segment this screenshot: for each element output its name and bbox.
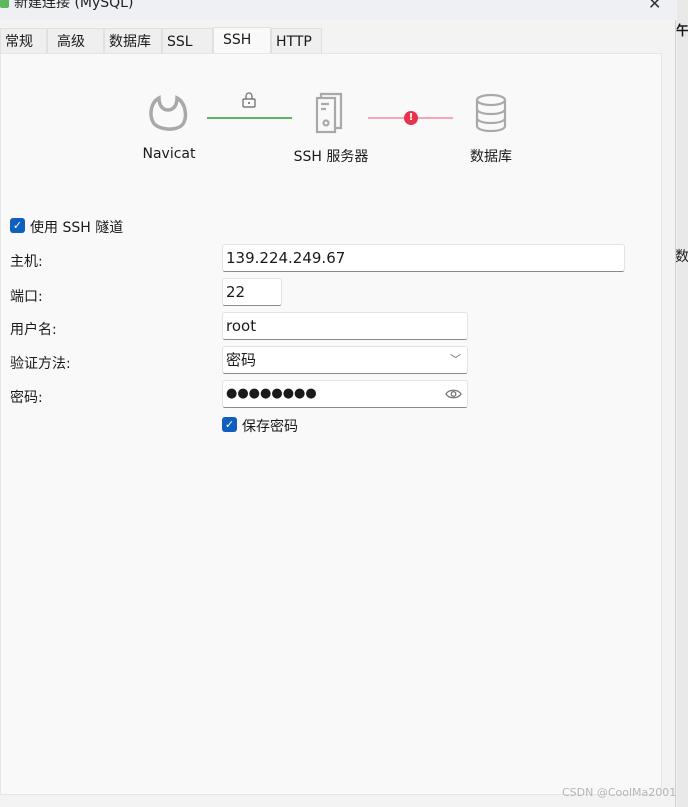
watermark: CSDN @CoolMa2001 bbox=[562, 786, 677, 799]
navicat-ssh-link bbox=[207, 117, 292, 119]
auth-method-value: 密码 bbox=[226, 351, 257, 369]
close-icon[interactable]: ✕ bbox=[648, 0, 661, 13]
tab-bar: 常规 高级 数据库 SSL SSH HTTP bbox=[0, 27, 322, 54]
connection-diagram: ! Navicat SSH 服务器 数据库 bbox=[1, 54, 663, 194]
password-label: 密码: bbox=[10, 390, 43, 406]
node-label-navicat: Navicat bbox=[142, 146, 196, 162]
tab-database[interactable]: 数据库 bbox=[104, 28, 162, 54]
server-icon bbox=[315, 92, 343, 134]
port-input[interactable]: 22 bbox=[222, 278, 282, 306]
node-label-ssh-server: SSH 服务器 bbox=[293, 149, 369, 165]
host-input[interactable]: 139.224.249.67 bbox=[222, 244, 625, 272]
tab-general[interactable]: 常规 bbox=[0, 28, 47, 54]
host-label: 主机: bbox=[10, 254, 43, 270]
username-input[interactable]: root bbox=[222, 312, 468, 340]
background-text: 数 bbox=[675, 249, 688, 265]
app-icon bbox=[0, 0, 9, 8]
window-title: 新建连接 (MySQL) bbox=[14, 0, 134, 11]
background-text: 午 bbox=[676, 24, 688, 39]
tab-ssl[interactable]: SSL bbox=[162, 28, 213, 54]
navicat-logo-icon bbox=[149, 95, 188, 131]
auth-method-label: 验证方法: bbox=[10, 356, 71, 372]
title-bar: 新建连接 (MySQL) ✕ bbox=[0, 0, 676, 20]
save-password-label: 保存密码 bbox=[242, 419, 298, 435]
error-icon: ! bbox=[404, 111, 418, 125]
lock-icon bbox=[242, 92, 256, 108]
eye-icon[interactable] bbox=[445, 388, 462, 400]
save-password-checkbox[interactable]: ✓ bbox=[222, 417, 237, 432]
node-label-database: 数据库 bbox=[470, 149, 512, 165]
tab-http[interactable]: HTTP bbox=[271, 28, 322, 54]
use-ssh-tunnel-label: 使用 SSH 隧道 bbox=[30, 220, 124, 236]
chevron-down-icon: ﹀ bbox=[450, 353, 461, 366]
password-input[interactable]: ●●●●●●●● bbox=[222, 380, 468, 408]
port-label: 端口: bbox=[10, 289, 43, 305]
username-label: 用户名: bbox=[10, 322, 57, 338]
ssh-panel: ! Navicat SSH 服务器 数据库 ✓ 使用 SSH 隧道 主机: 13… bbox=[0, 53, 662, 795]
use-ssh-tunnel-checkbox[interactable]: ✓ bbox=[10, 218, 25, 233]
new-connection-dialog: 常规 高级 数据库 SSL SSH HTTP ! Navicat SSH 服务器 bbox=[0, 20, 676, 807]
tab-ssh[interactable]: SSH bbox=[213, 27, 271, 54]
background-window: 午 数 bbox=[675, 0, 688, 807]
password-value: ●●●●●●●● bbox=[226, 386, 317, 401]
tab-advanced[interactable]: 高级 bbox=[47, 28, 104, 54]
database-icon bbox=[475, 93, 507, 133]
auth-method-select[interactable]: 密码 ﹀ bbox=[222, 346, 468, 374]
